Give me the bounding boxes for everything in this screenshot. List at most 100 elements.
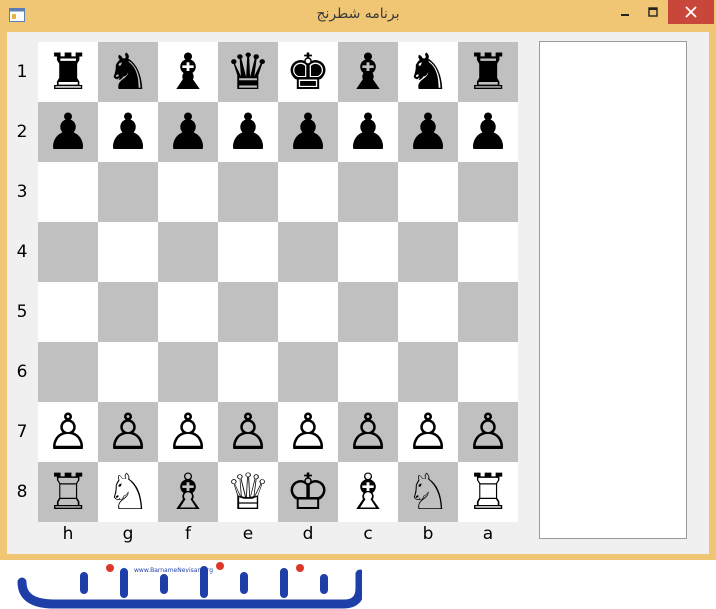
board-square[interactable] <box>278 282 338 342</box>
board-square[interactable]: ♖ <box>38 462 98 522</box>
board-square[interactable]: ♙ <box>398 402 458 462</box>
board-square[interactable] <box>398 342 458 402</box>
board-square[interactable]: ♙ <box>218 402 278 462</box>
board-square[interactable] <box>338 342 398 402</box>
chess-piece-icon[interactable]: ♙ <box>466 407 511 457</box>
board-square[interactable]: ♙ <box>98 402 158 462</box>
board-square[interactable] <box>398 282 458 342</box>
chess-piece-icon[interactable]: ♙ <box>166 407 211 457</box>
chess-piece-icon[interactable]: ♟ <box>466 107 511 157</box>
board-square[interactable] <box>338 222 398 282</box>
chess-piece-icon[interactable]: ♟ <box>286 107 331 157</box>
board-square[interactable] <box>218 282 278 342</box>
chess-board[interactable]: ♜ ♞ ♝ ♛ ♚ ♝ ♞ ♜ ♟ ♟ ♟ ♟ ♟ ♟ ♟ ♟ ♙ ♙ ♙ ♙ ♙ ♙ ♙ ♙ ♖ ♘ ♗ ♕ ♔ ♗ ♘ ♖ <box>38 42 518 522</box>
board-square[interactable]: ♟ <box>398 102 458 162</box>
board-square[interactable]: ♕ <box>218 462 278 522</box>
chess-piece-icon[interactable]: ♙ <box>106 407 151 457</box>
board-square[interactable]: ♟ <box>278 102 338 162</box>
chess-piece-icon[interactable]: ♜ <box>46 47 91 97</box>
board-square[interactable]: ♟ <box>38 102 98 162</box>
board-square[interactable]: ♘ <box>98 462 158 522</box>
board-square[interactable] <box>218 162 278 222</box>
chess-piece-icon[interactable]: ♗ <box>166 467 211 517</box>
board-square[interactable] <box>158 282 218 342</box>
board-square[interactable] <box>458 162 518 222</box>
board-square[interactable]: ♟ <box>218 102 278 162</box>
chess-piece-icon[interactable]: ♙ <box>46 407 91 457</box>
board-square[interactable]: ♜ <box>38 42 98 102</box>
board-square[interactable]: ♟ <box>158 102 218 162</box>
board-square[interactable]: ♛ <box>218 42 278 102</box>
board-square[interactable] <box>38 162 98 222</box>
board-square[interactable]: ♗ <box>338 462 398 522</box>
board-square[interactable] <box>218 342 278 402</box>
chess-piece-icon[interactable]: ♗ <box>346 467 391 517</box>
board-square[interactable] <box>458 342 518 402</box>
chess-piece-icon[interactable]: ♞ <box>106 47 151 97</box>
board-square[interactable] <box>158 342 218 402</box>
board-square[interactable] <box>398 222 458 282</box>
board-square[interactable]: ♘ <box>398 462 458 522</box>
board-square[interactable] <box>218 222 278 282</box>
chess-piece-icon[interactable]: ♟ <box>346 107 391 157</box>
chess-piece-icon[interactable]: ♞ <box>406 47 451 97</box>
chess-piece-icon[interactable]: ♙ <box>226 407 271 457</box>
chess-piece-icon[interactable]: ♚ <box>286 47 331 97</box>
board-square[interactable] <box>38 222 98 282</box>
close-button[interactable] <box>668 0 714 24</box>
minimize-button[interactable] <box>612 0 638 24</box>
board-square[interactable]: ♞ <box>98 42 158 102</box>
chess-piece-icon[interactable]: ♘ <box>106 467 151 517</box>
chess-piece-icon[interactable]: ♘ <box>406 467 451 517</box>
board-square[interactable]: ♗ <box>158 462 218 522</box>
chess-piece-icon[interactable]: ♕ <box>226 467 271 517</box>
board-square[interactable]: ♞ <box>398 42 458 102</box>
board-square[interactable] <box>98 342 158 402</box>
chess-piece-icon[interactable]: ♔ <box>286 467 331 517</box>
title-bar[interactable]: برنامه شطرنج <box>0 0 716 32</box>
board-square[interactable] <box>278 222 338 282</box>
chess-piece-icon[interactable]: ♛ <box>226 47 271 97</box>
maximize-button[interactable] <box>640 0 666 24</box>
board-square[interactable]: ♙ <box>338 402 398 462</box>
board-square[interactable]: ♝ <box>338 42 398 102</box>
board-square[interactable] <box>38 342 98 402</box>
board-square[interactable] <box>458 282 518 342</box>
moves-list-box[interactable] <box>539 41 687 539</box>
board-square[interactable] <box>158 162 218 222</box>
board-square[interactable] <box>338 282 398 342</box>
board-square[interactable]: ♔ <box>278 462 338 522</box>
chess-piece-icon[interactable]: ♙ <box>286 407 331 457</box>
board-square[interactable] <box>98 222 158 282</box>
chess-piece-icon[interactable]: ♟ <box>166 107 211 157</box>
chess-piece-icon[interactable]: ♟ <box>406 107 451 157</box>
chess-piece-icon[interactable]: ♝ <box>166 47 211 97</box>
board-square[interactable] <box>38 282 98 342</box>
chess-piece-icon[interactable]: ♟ <box>46 107 91 157</box>
board-square[interactable] <box>278 342 338 402</box>
chess-piece-icon[interactable]: ♟ <box>106 107 151 157</box>
board-square[interactable]: ♙ <box>158 402 218 462</box>
chess-piece-icon[interactable]: ♖ <box>466 467 511 517</box>
chess-piece-icon[interactable]: ♖ <box>46 467 91 517</box>
board-square[interactable]: ♙ <box>38 402 98 462</box>
board-square[interactable]: ♖ <box>458 462 518 522</box>
board-square[interactable]: ♙ <box>458 402 518 462</box>
chess-piece-icon[interactable]: ♟ <box>226 107 271 157</box>
board-square[interactable]: ♝ <box>158 42 218 102</box>
board-square[interactable] <box>278 162 338 222</box>
chess-piece-icon[interactable]: ♜ <box>466 47 511 97</box>
board-square[interactable] <box>458 222 518 282</box>
chess-piece-icon[interactable]: ♙ <box>346 407 391 457</box>
board-square[interactable]: ♟ <box>98 102 158 162</box>
board-square[interactable]: ♙ <box>278 402 338 462</box>
board-square[interactable]: ♟ <box>458 102 518 162</box>
chess-piece-icon[interactable]: ♙ <box>406 407 451 457</box>
board-square[interactable] <box>98 282 158 342</box>
chess-piece-icon[interactable]: ♝ <box>346 47 391 97</box>
board-square[interactable] <box>158 222 218 282</box>
board-square[interactable] <box>398 162 458 222</box>
board-square[interactable] <box>338 162 398 222</box>
board-square[interactable]: ♚ <box>278 42 338 102</box>
board-square[interactable] <box>98 162 158 222</box>
